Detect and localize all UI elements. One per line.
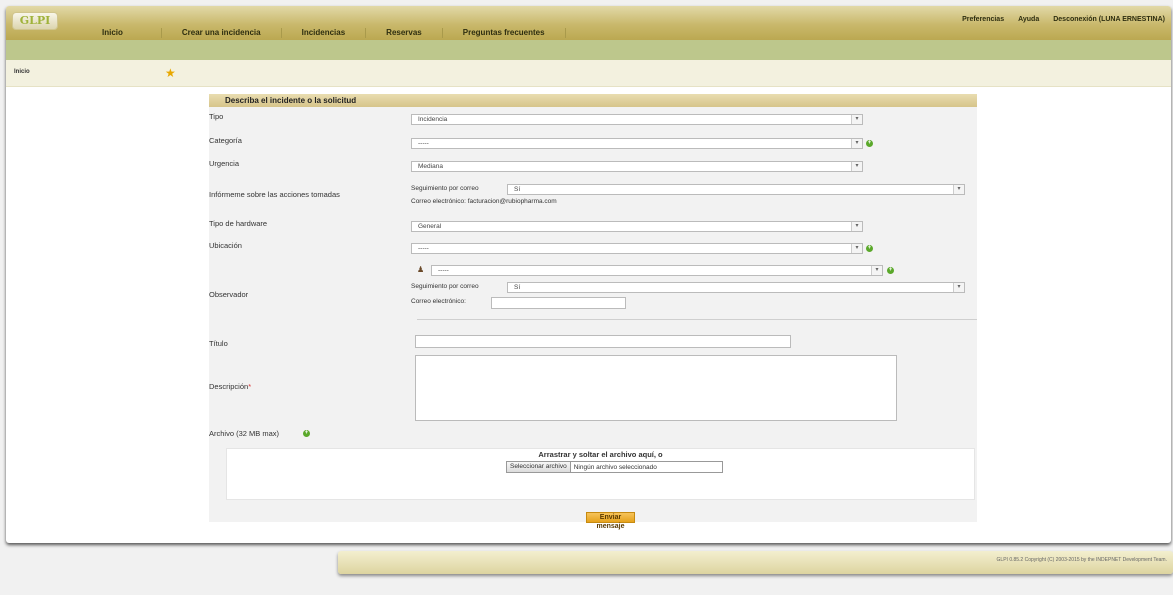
observer-followup-select[interactable]: Sí ▾ <box>507 282 965 293</box>
ticket-form: Describa el incidente o la solicitud Tip… <box>209 94 977 530</box>
chevron-down-icon: ▾ <box>953 185 964 194</box>
title-input[interactable] <box>415 335 791 348</box>
categoria-label: Categoría <box>209 136 242 145</box>
user-icon: ♟ <box>417 265 425 274</box>
breadcrumb-home[interactable]: Inicio <box>14 69 30 75</box>
observer-value: ----- <box>438 267 449 274</box>
urgencia-select[interactable]: Mediana ▾ <box>411 161 863 172</box>
add-file-icon[interactable]: + <box>303 430 310 437</box>
followup-select[interactable]: Sí ▾ <box>507 184 965 195</box>
chevron-down-icon: ▾ <box>851 162 862 171</box>
menu-item-crear-incidencia[interactable]: Crear una incidencia <box>162 28 282 38</box>
observador-label: Observador <box>209 290 249 299</box>
main-menu: Inicio Crear una incidencia Incidencias … <box>80 26 566 40</box>
hardware-value: General <box>418 223 442 230</box>
observer-email-input[interactable] <box>491 297 626 309</box>
categoria-value: ----- <box>418 140 429 147</box>
categoria-select[interactable]: ----- ▾ <box>411 138 863 149</box>
footer: GLPI 0.85.2 Copyright (C) 2003-2015 by t… <box>338 551 1173 574</box>
file-status: Ningún archivo seleccionado <box>573 463 657 471</box>
informeme-label: Infórmeme sobre las acciones tomadas <box>209 190 340 199</box>
followup-value: Sí <box>514 186 521 193</box>
choose-file-button[interactable]: Seleccionar archivo <box>507 462 571 472</box>
chevron-down-icon: ▾ <box>953 283 964 292</box>
urgencia-value: Mediana <box>418 163 443 170</box>
form-header: Describa el incidente o la solicitud <box>209 94 977 107</box>
ubicacion-value: ----- <box>418 245 429 252</box>
tipo-value: Incidencia <box>418 116 448 123</box>
descripcion-label: Descripción* <box>209 382 252 391</box>
menu-item-incidencias[interactable]: Incidencias <box>282 28 367 38</box>
file-input[interactable]: Seleccionar archivo Ningún archivo selec… <box>506 461 723 473</box>
help-link[interactable]: Ayuda <box>1018 16 1039 23</box>
ubicacion-label: Ubicación <box>209 241 242 250</box>
followup-label: Seguimiento por correo <box>411 185 479 192</box>
requester-email: Correo electrónico: facturacion@rubiopha… <box>411 198 557 205</box>
app-window: GLPI Inicio Crear una incidencia Inciden… <box>6 6 1171 543</box>
ubicacion-select[interactable]: ----- ▾ <box>411 243 863 254</box>
hardware-label: Tipo de hardware <box>209 219 268 228</box>
archivo-label: Archivo (32 MB max) <box>209 429 280 438</box>
add-category-icon[interactable]: + <box>866 140 873 147</box>
chevron-down-icon: ▾ <box>851 244 862 253</box>
menu-item-faq[interactable]: Preguntas frecuentes <box>443 28 566 38</box>
copyright-text: GLPI 0.85.2 Copyright (C) 2003-2015 by t… <box>996 557 1167 563</box>
file-dropzone[interactable]: Arrastrar y soltar el archivo aquí, o Se… <box>226 448 975 500</box>
menu-item-inicio[interactable]: Inicio <box>80 28 162 38</box>
breadcrumb: Inicio ★ <box>6 60 1171 87</box>
star-icon[interactable]: ★ <box>165 66 176 80</box>
submit-button[interactable]: Enviar mensaje <box>586 512 635 530</box>
chevron-down-icon: ▾ <box>851 115 862 124</box>
user-links: Preferencias Ayuda Desconexión (LUNA ERN… <box>948 16 1165 23</box>
observer-followup-value: Sí <box>514 284 521 291</box>
observer-followup-label: Seguimiento por correo <box>411 283 479 290</box>
add-observer-icon[interactable]: + <box>887 267 894 274</box>
observer-email-label: Correo electrónico: <box>411 298 466 305</box>
observer-select[interactable]: ----- ▾ <box>431 265 883 276</box>
urgencia-label: Urgencia <box>209 159 240 168</box>
tipo-select[interactable]: Incidencia ▾ <box>411 114 863 125</box>
glpi-logo[interactable]: GLPI <box>12 12 58 30</box>
form-title: Describa el incidente o la solicitud <box>225 96 357 105</box>
hardware-select[interactable]: General ▾ <box>411 221 863 232</box>
preferences-link[interactable]: Preferencias <box>962 16 1004 23</box>
menu-item-reservas[interactable]: Reservas <box>366 28 443 38</box>
sub-menu-bar <box>6 40 1171 60</box>
divider <box>417 319 977 320</box>
chevron-down-icon: ▾ <box>851 222 862 231</box>
chevron-down-icon: ▾ <box>871 266 882 275</box>
chevron-down-icon: ▾ <box>851 139 862 148</box>
tipo-label: Tipo <box>209 112 224 121</box>
description-textarea[interactable] <box>415 355 897 421</box>
top-bar: GLPI Inicio Crear una incidencia Inciden… <box>6 6 1171 40</box>
drop-text: Arrastrar y soltar el archivo aquí, o <box>538 450 663 459</box>
logout-link[interactable]: Desconexión (LUNA ERNESTINA) <box>1053 16 1165 23</box>
titulo-label: Título <box>209 339 228 348</box>
add-location-icon[interactable]: + <box>866 245 873 252</box>
